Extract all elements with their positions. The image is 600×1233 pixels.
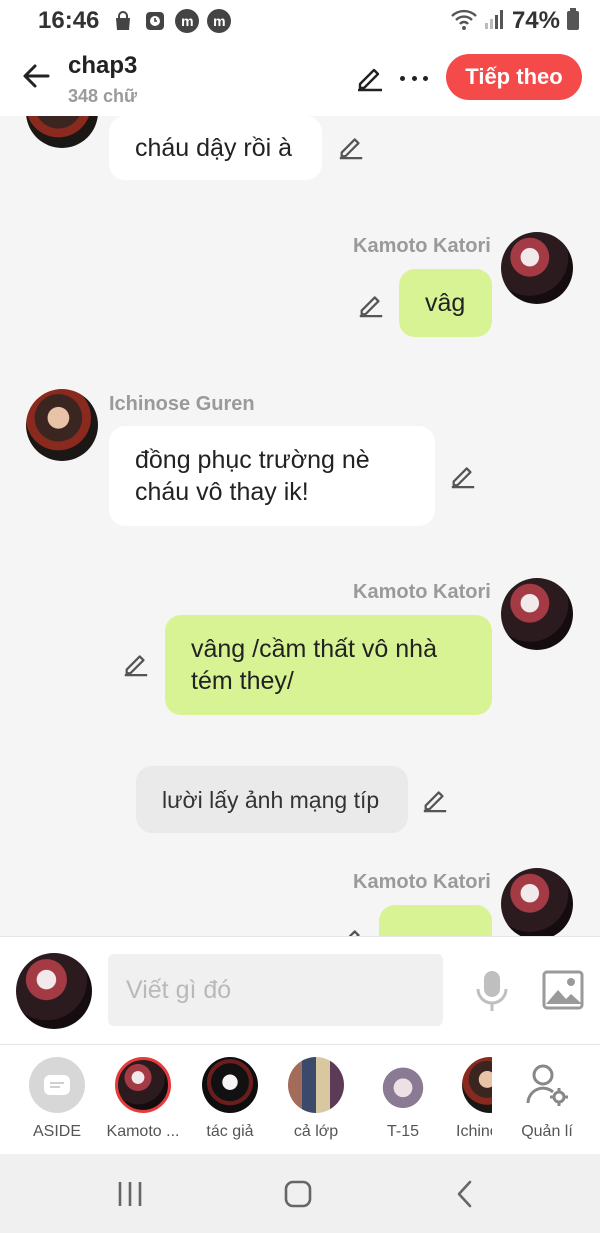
- message-text: vâg: [425, 289, 466, 317]
- character-ca-lop[interactable]: cả lớp: [271, 1057, 361, 1141]
- clock-app-icon: [143, 9, 167, 33]
- message-bubble[interactable]: vâg: [399, 269, 492, 337]
- avatar: [202, 1057, 258, 1113]
- edit-message-pencil-icon[interactable]: [421, 785, 449, 813]
- avatar[interactable]: [501, 868, 573, 936]
- message-text-line: đồng phục trường nè: [135, 446, 370, 474]
- status-bar: 16:46 m m 74%: [0, 0, 600, 42]
- avatar[interactable]: [26, 116, 98, 148]
- back-arrow-icon[interactable]: [18, 58, 54, 94]
- manage-user-icon: [519, 1057, 575, 1113]
- message-text-line: vâng /cầm thất vô nhà: [191, 635, 437, 663]
- character-label: T-15: [386, 1123, 419, 1140]
- message-bubble[interactable]: cháu dậy rồi à: [109, 116, 322, 180]
- edit-title-pencil-icon[interactable]: [355, 62, 385, 92]
- edit-message-pencil-icon[interactable]: [357, 290, 385, 318]
- home-icon[interactable]: [280, 1176, 316, 1212]
- character-label: cả lớp: [293, 1123, 339, 1140]
- recent-apps-icon[interactable]: [112, 1176, 148, 1212]
- chat-area[interactable]: cháu dậy rồi à Kamoto Katori vâg Ichinos…: [0, 116, 600, 936]
- aside-text: lười lấy ảnh mạng típ: [162, 786, 380, 813]
- edit-message-pencil-icon[interactable]: [122, 649, 150, 677]
- shopping-bag-icon: [111, 9, 135, 33]
- message-composer: [0, 936, 600, 1044]
- message-input[interactable]: [108, 954, 443, 1026]
- signal-icon: [484, 7, 506, 36]
- character-tac-gia[interactable]: tác giả: [185, 1057, 275, 1141]
- avatar[interactable]: [26, 389, 98, 461]
- avatar[interactable]: [501, 578, 573, 650]
- message-bubble[interactable]: đồng phục trường nè cháu vô thay ik!: [109, 426, 435, 526]
- status-time: 16:46: [38, 7, 100, 34]
- battery-icon: [566, 7, 580, 36]
- character-selector: ASIDE Kamoto ... tác giả cả lớp T-15 Ich…: [0, 1044, 600, 1154]
- character-label: Ichinose: [456, 1123, 492, 1140]
- chapter-title: chap3: [68, 52, 138, 79]
- aside-bubble[interactable]: lười lấy ảnh mạng típ: [136, 766, 408, 833]
- next-chapter-button[interactable]: Tiếp theo: [446, 54, 582, 100]
- sender-name: Kamoto Katori: [353, 871, 491, 893]
- battery-percent: 74%: [511, 7, 560, 34]
- character-label: Quản lí: [521, 1123, 573, 1140]
- aside-icon: [29, 1057, 85, 1113]
- avatar[interactable]: [501, 232, 573, 304]
- sender-name: Kamoto Katori: [353, 581, 491, 603]
- manage-characters-button[interactable]: Quản lí: [502, 1057, 592, 1141]
- character-t-15[interactable]: T-15: [358, 1057, 448, 1141]
- character-aside[interactable]: ASIDE: [12, 1057, 102, 1141]
- message-text-line: tém they/: [191, 667, 294, 695]
- edit-message-pencil-icon[interactable]: [337, 924, 365, 936]
- avatar: [375, 1057, 431, 1113]
- character-label: Kamoto ...: [106, 1123, 180, 1140]
- m-app-icon: m: [175, 9, 200, 33]
- message-bubble[interactable]: [379, 905, 492, 936]
- back-nav-icon[interactable]: [448, 1176, 484, 1212]
- sender-name: Ichinose Guren: [109, 393, 255, 415]
- character-ichinose[interactable]: Ichinose: [444, 1057, 492, 1141]
- more-options-icon[interactable]: [400, 64, 428, 92]
- avatar: [462, 1057, 492, 1113]
- edit-message-pencil-icon[interactable]: [337, 132, 365, 160]
- system-nav-bar: [0, 1154, 600, 1233]
- avatar: [288, 1057, 344, 1113]
- character-kamoto[interactable]: Kamoto ...: [98, 1057, 188, 1141]
- selected-character-avatar[interactable]: [16, 953, 92, 1029]
- microphone-icon[interactable]: [474, 967, 510, 1015]
- avatar: [115, 1057, 171, 1113]
- message-text-line: cháu vô thay ik!: [135, 478, 309, 506]
- word-count: 348 chữ: [68, 86, 138, 106]
- wifi-icon: [450, 7, 478, 36]
- notification-icons: m m: [111, 9, 232, 33]
- edit-message-pencil-icon[interactable]: [449, 461, 477, 489]
- character-label: ASIDE: [32, 1123, 81, 1140]
- image-icon[interactable]: [542, 970, 584, 1010]
- sender-name: Kamoto Katori: [353, 235, 491, 257]
- message-bubble[interactable]: vâng /cầm thất vô nhà tém they/: [165, 615, 492, 715]
- message-text: cháu dậy rồi à: [135, 134, 293, 162]
- m-app-icon-2: m: [207, 9, 232, 33]
- character-label: tác giả: [206, 1123, 254, 1140]
- app-header: chap3 348 chữ Tiếp theo: [0, 42, 600, 116]
